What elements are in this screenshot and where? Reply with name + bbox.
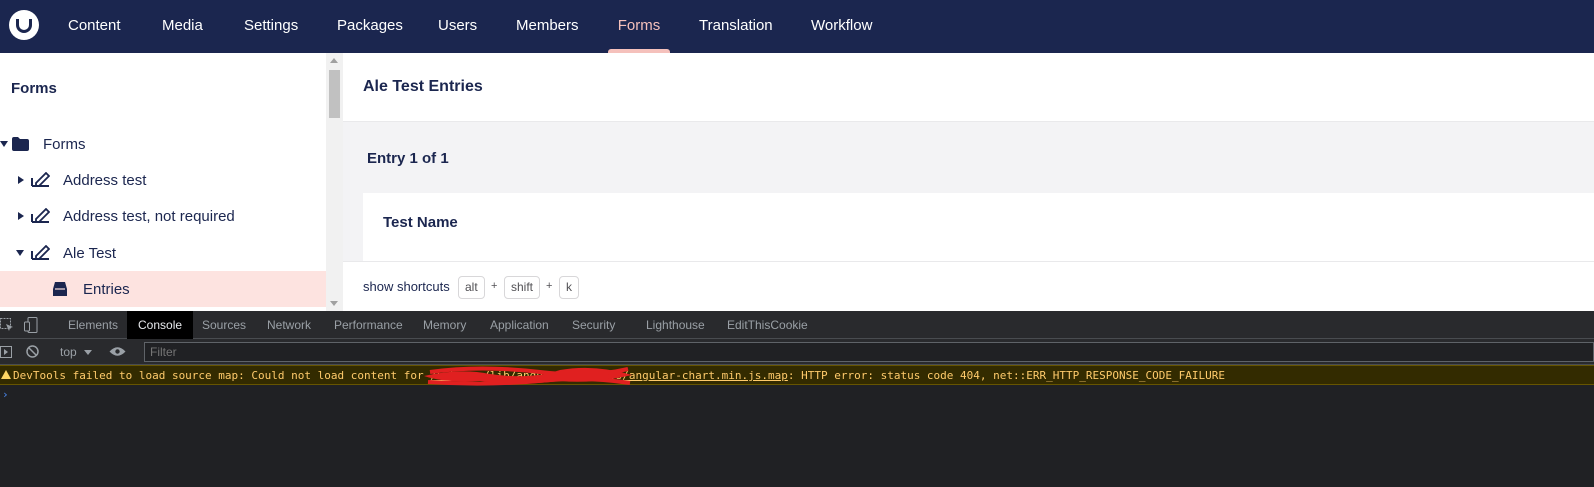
- sidebar-title: Forms: [11, 80, 57, 97]
- devtools-tabs: Elements Console Sources Network Perform…: [0, 311, 1594, 339]
- nav-item-translation[interactable]: Translation: [699, 0, 773, 53]
- kbd-k: k: [559, 276, 579, 299]
- main-header: Ale Test Entries: [343, 53, 1594, 122]
- entry-count: Entry 1 of 1: [367, 150, 449, 167]
- chevron-right-icon[interactable]: [18, 212, 24, 220]
- devtools-panel: Elements Console Sources Network Perform…: [0, 311, 1594, 487]
- tree-item-ale-test[interactable]: Ale Test: [0, 235, 326, 271]
- eye-icon[interactable]: [109, 346, 126, 357]
- nav-item-users[interactable]: Users: [438, 0, 477, 53]
- devtools-tab-console[interactable]: Console: [127, 311, 194, 339]
- devtools-tab-sources[interactable]: Sources: [202, 311, 246, 339]
- sidebar: Forms Forms Address test Address test, n…: [0, 53, 331, 311]
- kbd-alt: alt: [458, 276, 485, 299]
- tree-item-address-test[interactable]: Address test: [0, 162, 326, 198]
- context-select[interactable]: top: [60, 345, 77, 359]
- scrollbar-thumb[interactable]: [329, 70, 340, 118]
- tree-item-entries[interactable]: Entries: [0, 271, 326, 307]
- nav-item-settings[interactable]: Settings: [244, 0, 298, 53]
- devtools-tab-application[interactable]: Application: [490, 311, 549, 339]
- sidebar-toggle-icon[interactable]: [0, 346, 12, 358]
- nav-item-content[interactable]: Content: [68, 0, 121, 53]
- form-edit-icon: [31, 208, 50, 223]
- nav-item-media[interactable]: Media: [162, 0, 203, 53]
- warning-icon: [1, 370, 11, 379]
- filter-field[interactable]: [144, 342, 1594, 362]
- devtools-tab-elements[interactable]: Elements: [68, 311, 118, 339]
- tree-item-label: Entries: [83, 280, 130, 298]
- tree-item-label: Ale Test: [63, 244, 117, 262]
- form-edit-icon: [31, 245, 50, 260]
- chevron-down-icon[interactable]: [16, 250, 24, 256]
- inspect-element-icon[interactable]: [0, 318, 14, 332]
- redaction-scribble: [424, 366, 632, 386]
- nav-item-members[interactable]: Members: [516, 0, 579, 53]
- console-prompt[interactable]: ›: [2, 388, 9, 401]
- nav-item-packages[interactable]: Packages: [337, 0, 403, 53]
- field-name: Test Name: [383, 214, 458, 231]
- plus-separator: +: [546, 280, 553, 292]
- console-warning-row: DevTools failed to load source map: Coul…: [0, 365, 1594, 386]
- filter-input[interactable]: [150, 345, 550, 359]
- plus-separator: +: [491, 280, 498, 292]
- tree-item-label: Forms: [43, 135, 86, 153]
- warning-suffix: : HTTP error: status code 404, net::ERR_…: [787, 369, 1225, 382]
- entry-card: Test Name: [363, 193, 1594, 263]
- page-title: Ale Test Entries: [363, 78, 483, 95]
- clear-console-icon[interactable]: [26, 345, 39, 358]
- chevron-down-icon: [84, 350, 92, 355]
- shortcuts-footer: show shortcuts alt + shift + k: [343, 261, 1594, 311]
- tree-item-forms[interactable]: Forms: [0, 126, 326, 162]
- warning-prefix: DevTools failed to load source map: Coul…: [13, 369, 431, 382]
- sidebar-scrollbar[interactable]: [326, 53, 343, 311]
- scroll-up-icon[interactable]: [330, 58, 338, 63]
- inbox-icon: [53, 282, 67, 296]
- nav-item-forms[interactable]: Forms: [608, 0, 670, 53]
- nav-item-workflow[interactable]: Workflow: [811, 0, 872, 53]
- device-toolbar-icon[interactable]: [24, 317, 38, 333]
- devtools-tab-network[interactable]: Network: [267, 311, 311, 339]
- devtools-tab-security[interactable]: Security: [572, 311, 615, 339]
- devtools-tab-editthiscookie[interactable]: EditThisCookie: [727, 311, 808, 339]
- main-content: Ale Test Entries Entry 1 of 1 Test Name …: [343, 53, 1594, 311]
- top-navigation: Content Media Settings Packages Users Me…: [0, 0, 1594, 53]
- folder-icon: [12, 137, 29, 151]
- devtools-tab-memory[interactable]: Memory: [423, 311, 466, 339]
- devtools-tab-lighthouse[interactable]: Lighthouse: [646, 311, 705, 339]
- umbraco-logo-icon[interactable]: [9, 10, 39, 40]
- tree-item-address-test-not-required[interactable]: Address test, not required: [0, 198, 326, 234]
- console-toolbar: top: [0, 339, 1594, 365]
- devtools-tab-performance[interactable]: Performance: [334, 311, 403, 339]
- chevron-right-icon[interactable]: [18, 176, 24, 184]
- form-edit-icon: [31, 172, 50, 187]
- tree-item-label: Address test, not required: [63, 207, 235, 225]
- show-shortcuts-link[interactable]: show shortcuts: [363, 279, 450, 294]
- chevron-down-icon[interactable]: [0, 141, 8, 147]
- kbd-shift: shift: [504, 276, 541, 299]
- nav-item-forms-label: Forms: [617, 17, 661, 34]
- tree-item-label: Address test: [63, 171, 147, 189]
- scroll-down-icon[interactable]: [330, 301, 338, 306]
